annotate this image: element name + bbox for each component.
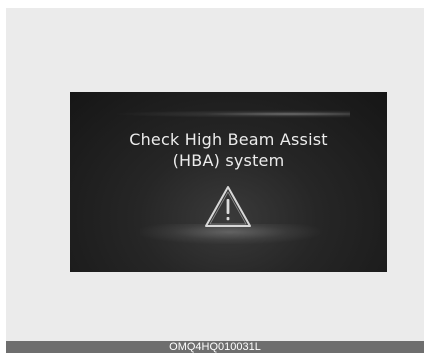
warning-triangle-icon (205, 186, 251, 227)
display-top-glow (110, 110, 350, 118)
figure-code-bar: OMQ4HQ010031L (6, 341, 424, 353)
illustration-frame: Check High Beam Assist (HBA) system (6, 8, 424, 341)
cluster-display: Check High Beam Assist (HBA) system (70, 92, 387, 272)
warning-message-line1: Check High Beam Assist (129, 130, 328, 149)
warning-message: Check High Beam Assist (HBA) system (70, 129, 387, 171)
warning-message-line2: (HBA) system (172, 151, 285, 170)
